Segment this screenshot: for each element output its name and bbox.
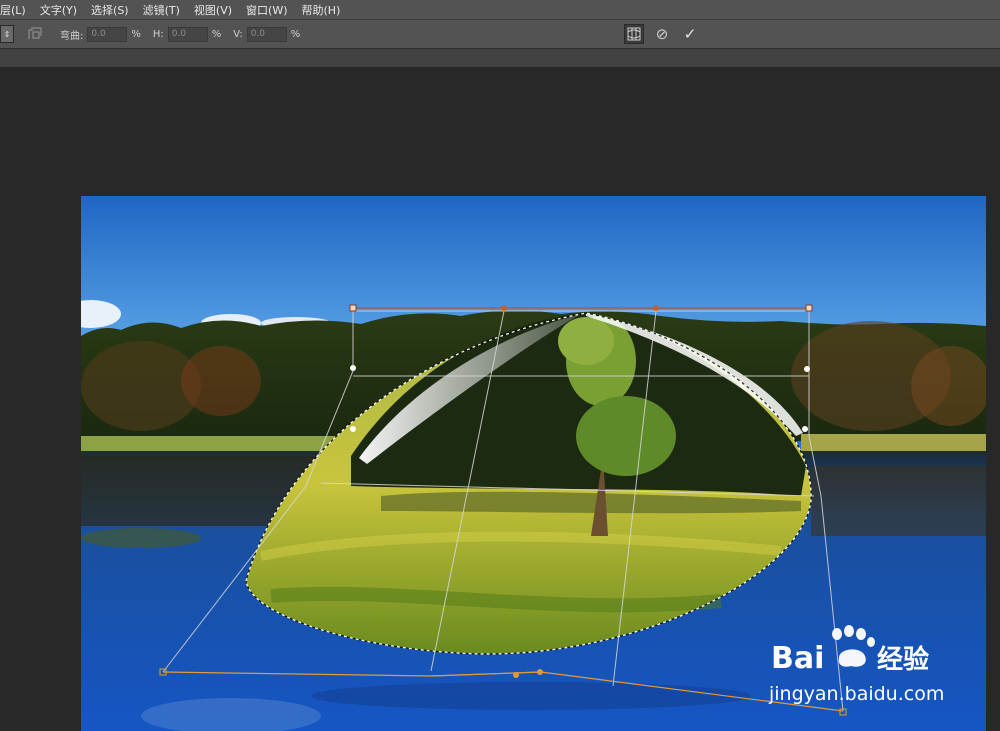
cancel-transform-button[interactable]: ⊘ bbox=[652, 24, 672, 44]
h-input[interactable] bbox=[167, 26, 208, 42]
menu-bar: 层(L) 文字(Y) 选择(S) 滤镜(T) 视图(V) 窗口(W) 帮助(H) bbox=[0, 0, 1000, 19]
cancel-icon: ⊘ bbox=[655, 24, 669, 43]
warp-orientation-icon[interactable] bbox=[26, 25, 44, 43]
warp-unit: % bbox=[131, 28, 141, 40]
menu-type[interactable]: 文字(Y) bbox=[33, 2, 84, 18]
warp-input[interactable] bbox=[87, 26, 128, 42]
options-bar: ⇕ 弯曲: % H: % V: % ⊘ ✓ bbox=[0, 19, 1000, 48]
menu-select[interactable]: 选择(S) bbox=[84, 2, 136, 18]
v-label: V: bbox=[233, 28, 243, 40]
warp-label: 弯曲: bbox=[60, 30, 84, 42]
watermark-brand-tail: 经验 bbox=[877, 644, 929, 675]
baidu-logo-icon: Bai 经验 jingyan.baidu.com bbox=[768, 625, 944, 705]
v-input[interactable] bbox=[246, 26, 287, 42]
warp-toggle-icon bbox=[627, 27, 641, 41]
warp-mode-select[interactable]: ⇕ bbox=[0, 25, 14, 43]
menu-window[interactable]: 窗口(W) bbox=[239, 2, 294, 18]
menu-help[interactable]: 帮助(H) bbox=[295, 2, 348, 18]
transform-mode-toggle[interactable] bbox=[624, 24, 644, 44]
checkmark-icon: ✓ bbox=[683, 24, 697, 43]
menu-view[interactable]: 视图(V) bbox=[187, 2, 239, 18]
watermark-brand-lead: Bai bbox=[771, 641, 824, 676]
watermark-url: jingyan.baidu.com bbox=[768, 683, 944, 705]
commit-tools: ⊘ ✓ bbox=[624, 24, 700, 44]
menu-filter[interactable]: 滤镜(T) bbox=[136, 2, 187, 18]
v-unit: % bbox=[290, 28, 301, 40]
document-tab-strip bbox=[0, 48, 1000, 67]
h-label: H: bbox=[152, 28, 164, 40]
menu-layer[interactable]: 层(L) bbox=[0, 2, 33, 18]
baidu-jingyan-watermark: Bai 经验 jingyan.baidu.com bbox=[765, 622, 1000, 712]
commit-transform-button[interactable]: ✓ bbox=[680, 24, 700, 44]
h-unit: % bbox=[211, 28, 222, 40]
